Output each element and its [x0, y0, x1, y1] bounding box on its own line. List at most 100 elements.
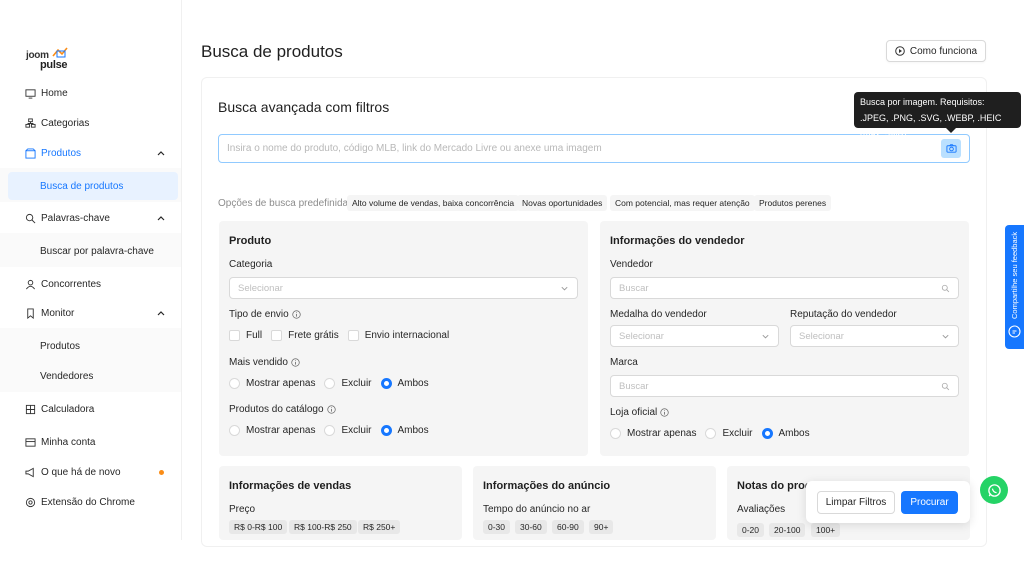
tempo-chip[interactable]: 0-30 — [483, 520, 511, 534]
sidebar-item-produtos[interactable]: Produtos — [8, 140, 178, 166]
chevron-up-icon — [157, 311, 165, 316]
preset-chip[interactable]: Com potencial, mas requer atenção — [610, 195, 755, 211]
sidebar-item-label: Extensão do Chrome — [41, 496, 135, 508]
tempo-chip[interactable]: 90+ — [589, 520, 614, 534]
whatsapp-icon — [987, 483, 1001, 497]
info-icon[interactable] — [660, 408, 669, 417]
whatsapp-button[interactable] — [980, 476, 1008, 504]
radio[interactable] — [229, 425, 240, 436]
radio[interactable] — [229, 378, 240, 389]
mais-vendido-label: Mais vendido — [229, 357, 300, 368]
search-icon — [24, 212, 36, 224]
radio-ambos[interactable]: Ambos — [380, 425, 429, 436]
sidebar-item-monitor-vendedores[interactable]: Vendedores — [8, 362, 178, 390]
new-indicator-dot — [159, 470, 164, 475]
radio-ambos[interactable]: Ambos — [380, 378, 429, 389]
sidebar-item-extensao[interactable]: Extensão do Chrome — [8, 489, 178, 515]
chrome-icon — [24, 496, 36, 508]
vendedor-label: Vendedor — [610, 259, 653, 270]
tempo-anuncio-label: Tempo do anúncio no ar — [483, 504, 591, 515]
medalha-select[interactable]: Selecionar — [610, 325, 779, 347]
megaphone-icon — [24, 466, 36, 478]
envio-option-full[interactable]: Full — [229, 330, 262, 341]
radio-excluir[interactable]: Excluir — [324, 425, 372, 436]
limpar-filtros-button[interactable]: Limpar Filtros — [817, 491, 895, 514]
option-label: Excluir — [722, 428, 753, 439]
sidebar-item-label: Categorias — [41, 117, 90, 129]
info-icon[interactable] — [291, 358, 300, 367]
vendedor-search-input[interactable]: Buscar — [610, 277, 959, 299]
radio[interactable] — [324, 425, 336, 436]
radio-excluir[interactable]: Excluir — [705, 428, 753, 439]
sidebar-item-categorias[interactable]: Categorias — [8, 110, 178, 136]
envio-option-internacional[interactable]: Envio internacional — [347, 330, 449, 341]
radio[interactable] — [324, 378, 336, 389]
radio-selected[interactable] — [761, 428, 773, 439]
option-label: Mostrar apenas — [246, 378, 316, 389]
account-card-icon — [24, 436, 36, 448]
sidebar-item-buscar-palavra[interactable]: Buscar por palavra-chave — [8, 237, 178, 265]
sidebar-item-label: Produtos — [41, 147, 82, 159]
sidebar-item-label: Home — [41, 87, 68, 99]
notas-panel-title: Notas do proc — [737, 480, 811, 492]
radio-mostrar-apenas[interactable]: Mostrar apenas — [229, 425, 315, 436]
reputacao-placeholder: Selecionar — [799, 330, 844, 342]
catalogo-text: Produtos do catálogo — [229, 404, 324, 415]
avaliacoes-chip[interactable]: 20-100 — [769, 523, 806, 537]
sidebar-item-palavras-chave[interactable]: Palavras-chave — [8, 205, 178, 231]
radio-ambos[interactable]: Ambos — [761, 428, 810, 439]
radio[interactable] — [705, 428, 717, 439]
preset-chip[interactable]: Produtos perenes — [754, 195, 832, 211]
radio[interactable] — [610, 428, 621, 439]
reputacao-label: Reputação do vendedor — [790, 309, 897, 320]
radio-selected[interactable] — [380, 378, 392, 389]
logo-mark-icon — [52, 47, 68, 58]
checkbox[interactable] — [229, 330, 240, 341]
option-label: Ambos — [778, 428, 810, 439]
image-search-button[interactable] — [941, 139, 961, 158]
preco-chip[interactable]: R$ 100-R$ 250 — [289, 520, 357, 534]
radio-selected[interactable] — [380, 425, 392, 436]
calculator-icon — [24, 403, 36, 415]
sidebar-item-novidades[interactable]: O que há de novo — [8, 459, 178, 485]
joom-pulse-logo[interactable]: joom pulse — [26, 46, 86, 74]
como-funciona-button[interactable]: Como funciona — [886, 40, 986, 62]
search-field[interactable] — [218, 134, 970, 163]
preset-chip[interactable]: Novas oportunidades — [517, 195, 608, 211]
avaliacoes-chip[interactable]: 0-20 — [737, 523, 765, 537]
envio-option-frete-gratis[interactable]: Frete grátis — [271, 330, 339, 341]
feedback-tab[interactable]: Compartilhe seu feedback — [1005, 225, 1024, 349]
search-input[interactable] — [227, 143, 927, 154]
sidebar-item-busca-produtos[interactable]: Busca de produtos — [8, 172, 178, 200]
sidebar-item-home[interactable]: Home — [8, 80, 178, 106]
sidebar-item-concorrentes[interactable]: Concorrentes — [8, 271, 178, 297]
chevron-up-icon — [157, 151, 165, 156]
sidebar-item-monitor-produtos[interactable]: Produtos — [8, 332, 178, 360]
sidebar-item-minha-conta[interactable]: Minha conta — [8, 429, 178, 455]
preco-chip[interactable]: R$ 0-R$ 100 — [229, 520, 288, 534]
radio-mostrar-apenas[interactable]: Mostrar apenas — [610, 428, 696, 439]
checkbox[interactable] — [271, 330, 283, 341]
checkbox[interactable] — [347, 330, 359, 341]
tempo-chip[interactable]: 30-60 — [515, 520, 547, 534]
sidebar-item-monitor[interactable]: Monitor — [8, 300, 178, 326]
sidebar-item-label: Concorrentes — [41, 278, 102, 290]
tempo-chip[interactable]: 60-90 — [552, 520, 584, 534]
tipo-envio-text: Tipo de envio — [229, 309, 289, 320]
info-icon[interactable] — [292, 310, 301, 319]
home-icon — [24, 87, 36, 99]
reputacao-select[interactable]: Selecionar — [790, 325, 959, 347]
option-label: Full — [246, 330, 263, 341]
preset-label: Opções de busca predefinida — [218, 198, 349, 209]
sidebar-item-calculadora[interactable]: Calculadora — [8, 396, 178, 422]
avaliacoes-chip[interactable]: 100+ — [811, 523, 841, 537]
categoria-select[interactable]: Selecionar — [229, 277, 578, 299]
radio-excluir[interactable]: Excluir — [324, 378, 372, 389]
preset-chip[interactable]: Alto volume de vendas, baixa concorrênci… — [347, 195, 520, 211]
marca-search-input[interactable]: Buscar — [610, 375, 959, 397]
procurar-button[interactable]: Procurar — [901, 491, 958, 514]
radio-mostrar-apenas[interactable]: Mostrar apenas — [229, 378, 315, 389]
info-icon[interactable] — [326, 405, 336, 414]
preco-chip[interactable]: R$ 250+ — [358, 520, 401, 534]
page-title: Busca de produtos — [201, 42, 343, 61]
